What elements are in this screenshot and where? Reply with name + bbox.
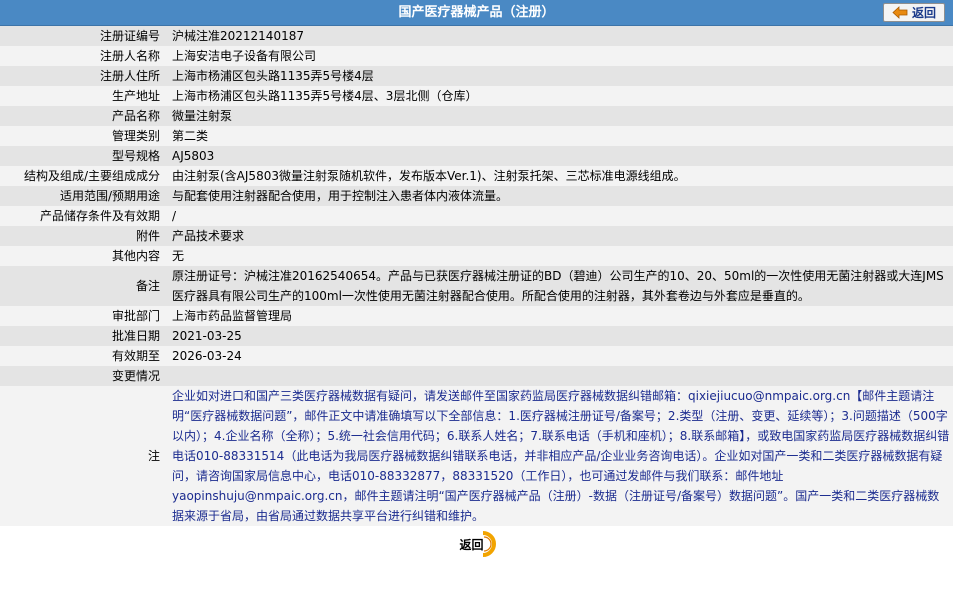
field-value: 上海市杨浦区包头路1135弄5号楼4层、3层北侧（仓库） — [166, 86, 953, 106]
info-row: 产品名称 微量注射泵 — [0, 106, 953, 126]
info-row: 生产地址 上海市杨浦区包头路1135弄5号楼4层、3层北侧（仓库） — [0, 86, 953, 106]
data-correction-notice: 企业如对进口和国产三类医疗器械数据有疑问，请发送邮件至国家药监局医疗器械数据纠错… — [166, 386, 953, 526]
field-value: 上海安洁电子设备有限公司 — [166, 46, 953, 66]
note-row: 注企业如对进口和国产三类医疗器械数据有疑问，请发送邮件至国家药监局医疗器械数据纠… — [0, 386, 953, 526]
field-value: 无 — [166, 246, 953, 266]
field-label: 其他内容 — [0, 246, 166, 266]
field-value: 原注册证号：沪械注准20162540654。产品与已获医疗器械注册证的BD（碧迪… — [166, 266, 953, 306]
info-row: 变更情况 — [0, 366, 953, 386]
back-button-label: 返回 — [911, 6, 936, 20]
field-label: 备注 — [0, 266, 166, 306]
field-label: 变更情况 — [0, 366, 166, 386]
field-label: 注册证编号 — [0, 26, 166, 46]
field-label: 产品名称 — [0, 106, 166, 126]
field-value: 产品技术要求 — [166, 226, 953, 246]
note-label: 注 — [0, 386, 166, 526]
field-value: 上海市杨浦区包头路1135弄5号楼4层 — [166, 66, 953, 86]
info-row: 批准日期 2021-03-25 — [0, 326, 953, 346]
field-label: 批准日期 — [0, 326, 166, 346]
back-button-bottom[interactable]: 返回 — [453, 530, 501, 558]
field-value: 上海市药品监督管理局 — [166, 306, 953, 326]
field-label: 附件 — [0, 226, 166, 246]
field-label: 适用范围/预期用途 — [0, 186, 166, 206]
back-arrow-icon — [892, 6, 908, 19]
field-value: 2021-03-25 — [166, 326, 953, 346]
field-value: 微量注射泵 — [166, 106, 953, 126]
product-info-table: 注册证编号 沪械注准20212140187 注册人名称 上海安洁电子设备有限公司 注册人… — [0, 26, 953, 526]
field-label: 注册人名称 — [0, 46, 166, 66]
field-label: 注册人住所 — [0, 66, 166, 86]
field-label: 产品储存条件及有效期 — [0, 206, 166, 226]
info-row: 其他内容无 — [0, 246, 953, 266]
info-row: 审批部门 上海市药品监督管理局 — [0, 306, 953, 326]
info-row: 备注 原注册证号：沪械注准20162540654。产品与已获医疗器械注册证的BD（… — [0, 266, 953, 306]
field-label: 管理类别 — [0, 126, 166, 146]
field-label: 型号规格 — [0, 146, 166, 166]
field-value: / — [166, 206, 953, 226]
info-row: 适用范围/预期用途 与配套使用注射器配合使用，用于控制注入患者体内液体流量。 — [0, 186, 953, 206]
field-value: AJ5803 — [166, 146, 953, 166]
field-value: 2026-03-24 — [166, 346, 953, 366]
info-row: 型号规格 AJ5803 — [0, 146, 953, 166]
info-row: 有效期至 2026-03-24 — [0, 346, 953, 366]
info-row: 附件 产品技术要求 — [0, 226, 953, 246]
info-row: 注册人名称 上海安洁电子设备有限公司 — [0, 46, 953, 66]
info-row: 注册人住所 上海市杨浦区包头路1135弄5号楼4层 — [0, 66, 953, 86]
back-button-top[interactable]: 返回 — [883, 3, 945, 22]
page-title: 国产医疗器械产品（注册） — [398, 5, 555, 20]
info-rows: 注册证编号 沪械注准20212140187 注册人名称 上海安洁电子设备有限公司 注册人… — [0, 26, 953, 526]
info-row: 管理类别 第二类 — [0, 126, 953, 146]
info-row: 产品储存条件及有效期 / — [0, 206, 953, 226]
field-label: 生产地址 — [0, 86, 166, 106]
field-value: 与配套使用注射器配合使用，用于控制注入患者体内液体流量。 — [166, 186, 953, 206]
field-label: 结构及组成/主要组成成分 — [0, 166, 166, 186]
field-label: 审批部门 — [0, 306, 166, 326]
page: 国产医疗器械产品（注册） 返回 注册证编号 沪械注准20212140187 注册人名… — [0, 0, 953, 605]
info-row: 结构及组成/主要组成成分 由注射泵(含AJ5803微量注射泵随机软件，发布版本Ve… — [0, 166, 953, 186]
field-value: 第二类 — [166, 126, 953, 146]
back-button-bottom-label: 返回 — [459, 538, 484, 552]
field-value: 沪械注准20212140187 — [166, 26, 953, 46]
bottom-bar: 返回 — [0, 526, 953, 562]
field-value — [166, 366, 953, 386]
field-label: 有效期至 — [0, 346, 166, 366]
title-bar: 国产医疗器械产品（注册） 返回 — [0, 0, 953, 26]
info-row: 注册证编号 沪械注准20212140187 — [0, 26, 953, 46]
field-value: 由注射泵(含AJ5803微量注射泵随机软件，发布版本Ver.1)、注射泵托架、三… — [166, 166, 953, 186]
